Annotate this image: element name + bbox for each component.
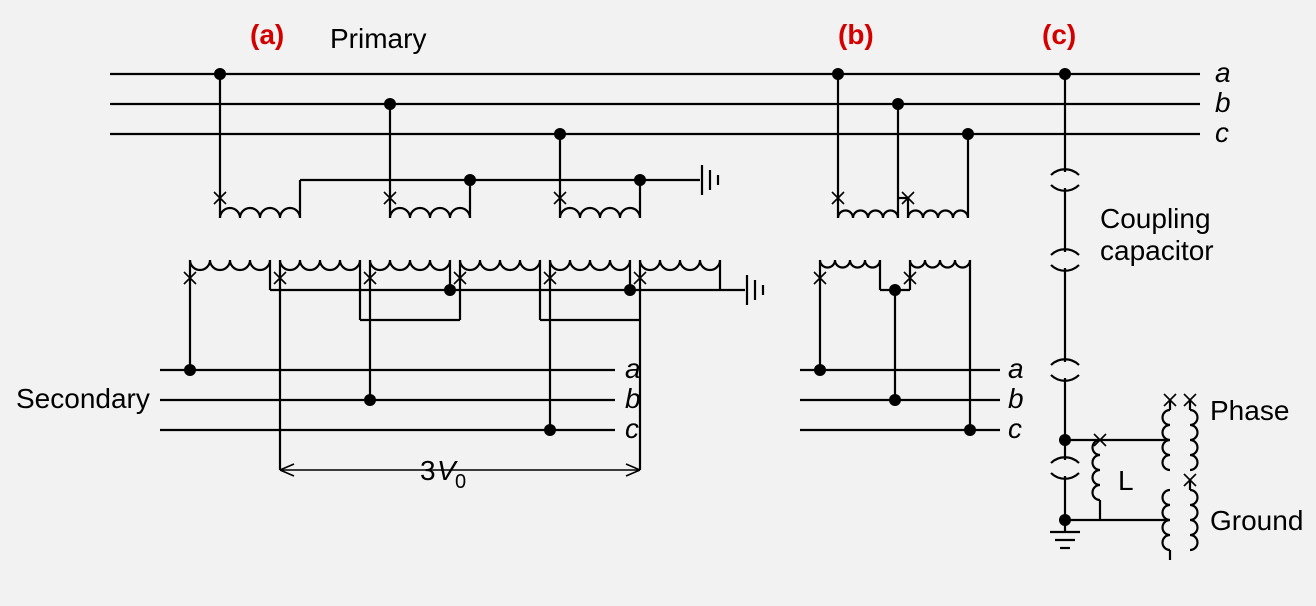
sec2-c-label: c xyxy=(1008,413,1022,444)
section-a: a b c Secondary 3 V 0 xyxy=(16,68,763,493)
section-b: a b c xyxy=(800,68,1024,444)
section-b-marker: (b) xyxy=(838,19,874,50)
sec-a-label: a xyxy=(625,353,641,384)
bus-c-label: c xyxy=(1215,117,1229,148)
inductor-L-label: L xyxy=(1118,465,1134,496)
bus-b-label: b xyxy=(1215,87,1231,118)
primary-bus xyxy=(110,74,1200,134)
secondary-label: Secondary xyxy=(16,383,150,414)
sec-c-label: c xyxy=(625,413,639,444)
svg-text:0: 0 xyxy=(455,471,466,493)
coupling-label-2: capacitor xyxy=(1100,235,1214,266)
three-v0-label: 3 V 0 xyxy=(420,455,466,493)
phase-label: Phase xyxy=(1210,395,1289,426)
coupling-label-1: Coupling xyxy=(1100,203,1211,234)
primary-label: Primary xyxy=(330,23,426,54)
section-a-marker: (a) xyxy=(250,19,284,50)
section-c-marker: (c) xyxy=(1042,19,1076,50)
sec2-a-label: a xyxy=(1008,353,1024,384)
section-c: Coupling capacitor L Phase Ground xyxy=(1050,68,1303,560)
circuit-diagram: a b c (a) Primary (b) (c) xyxy=(0,0,1316,606)
bus-a-label: a xyxy=(1215,57,1231,88)
sec-b-label: b xyxy=(625,383,641,414)
svg-text:3: 3 xyxy=(420,455,436,486)
sec2-b-label: b xyxy=(1008,383,1024,414)
ground-label: Ground xyxy=(1210,505,1303,536)
